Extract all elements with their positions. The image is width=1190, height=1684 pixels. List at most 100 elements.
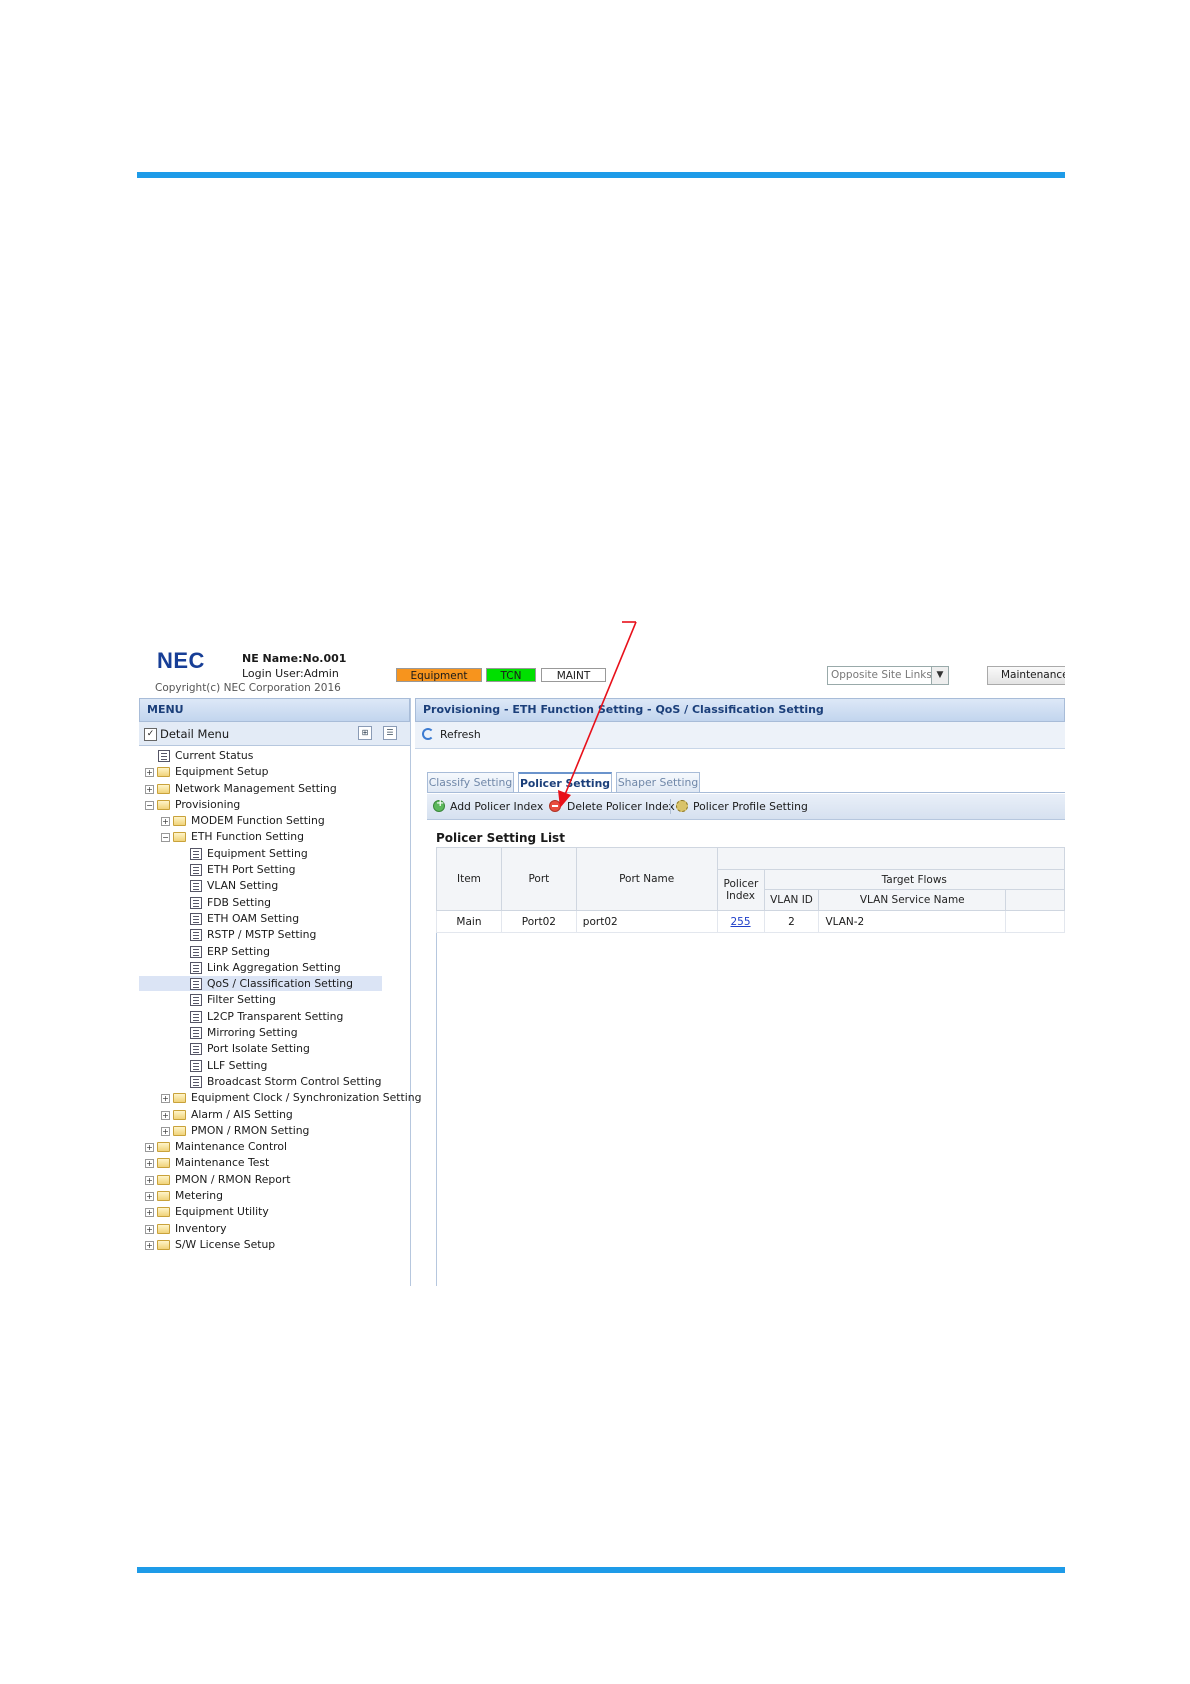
sidebar-item[interactable]: + Equipment Clock / Synchronization Setti… [139,1090,421,1106]
sidebar-item-label: PMON / RMON Report [175,1172,291,1186]
detail-menu-row: ✓ Detail Menu ⊞ ☰ [139,722,410,746]
gear-icon[interactable] [676,800,688,812]
sidebar-item[interactable]: + MODEM Function Setting [139,813,410,829]
sidebar-item[interactable]: Mirroring Setting [139,1025,410,1041]
refresh-button[interactable]: Refresh [440,728,481,741]
policer-index-link[interactable]: 255 [731,916,751,928]
add-policer-index-button[interactable]: Add Policer Index [450,800,543,813]
ui-screenshot: NEC NE Name:No.001 Login User:Admin Copy… [139,636,1065,1286]
sidebar-item[interactable]: Port Isolate Setting [139,1041,410,1057]
sidebar-item[interactable]: Equipment Setting [139,846,410,862]
sidebar-item[interactable]: Filter Setting [139,992,410,1008]
expand-icon[interactable]: + [161,1110,170,1120]
sidebar-item[interactable]: LLF Setting [139,1058,410,1074]
tab-policer-setting[interactable]: Policer Setting [518,772,612,793]
sidebar-item[interactable]: ETH OAM Setting [139,911,410,927]
document-icon [190,912,202,925]
table-row[interactable]: Main Port02 port02 255 2 VLAN-2 [436,910,1065,933]
expand-icon[interactable]: + [145,1175,154,1185]
sidebar-item-label: Inventory [175,1221,227,1235]
sidebar-item[interactable]: ERP Setting [139,944,410,960]
sidebar-item[interactable]: QoS / Classification Setting [139,976,410,992]
sidebar-item-label: FDB Setting [207,895,272,909]
expand-icon[interactable]: + [161,817,170,827]
add-icon[interactable] [433,798,445,812]
policer-index-header-label: Policer Index [723,878,759,902]
chevron-down-icon[interactable]: ▼ [931,667,948,684]
sidebar-item-label: Equipment Clock / Synchronization Settin… [191,1091,422,1105]
expand-icon[interactable]: + [161,1094,170,1104]
sidebar-item[interactable]: Broadcast Storm Control Setting [139,1074,410,1090]
sidebar-item[interactable]: L2CP Transparent Setting [139,1009,410,1025]
folder-icon [157,1239,170,1250]
sidebar-item[interactable]: Link Aggregation Setting [139,960,410,976]
policer-profile-setting-button[interactable]: Policer Profile Setting [693,800,808,813]
sidebar-item[interactable]: − Provisioning [139,797,410,813]
opposite-site-select[interactable]: Opposite Site Links ▼ [827,666,949,685]
sidebar-item-label: PMON / RMON Setting [191,1123,310,1137]
expand-icon[interactable]: + [145,1224,154,1234]
nec-logo: NEC [157,648,205,673]
sidebar-item-label: Network Management Setting [175,781,337,795]
bottom-rule [137,1567,1065,1573]
expand-icon[interactable]: + [145,1192,154,1202]
status-badge-maint[interactable]: MAINT [541,668,606,682]
collapse-icon[interactable]: − [161,833,170,843]
expand-icon[interactable]: + [161,1126,170,1136]
sidebar-item-label: Provisioning [175,797,241,811]
sidebar-item[interactable]: + Equipment Utility [139,1204,410,1220]
sidebar-item-label: Mirroring Setting [207,1026,298,1040]
sidebar-item[interactable]: ETH Port Setting [139,862,410,878]
sidebar-item[interactable]: RSTP / MSTP Setting [139,927,410,943]
sidebar-item[interactable]: + Inventory [139,1221,410,1237]
document-icon [190,978,202,991]
document-icon [190,945,202,958]
sidebar-item[interactable]: + PMON / RMON Setting [139,1123,410,1139]
sidebar-item[interactable]: + Equipment Setup [139,764,410,780]
list-view-icon[interactable]: ☰ [383,726,397,740]
sidebar-item-label: Maintenance Control [175,1140,287,1154]
collapse-icon[interactable]: − [145,800,154,810]
sidebar-item-label: ETH Port Setting [207,863,296,877]
sidebar-item-label: Equipment Utility [175,1205,269,1219]
expand-all-icon[interactable]: ⊞ [358,726,372,740]
folder-icon [173,832,186,843]
sidebar-item[interactable]: − ETH Function Setting [139,829,410,845]
sidebar-item-label: Filter Setting [207,993,276,1007]
expand-icon[interactable]: + [145,1143,154,1153]
sidebar-item[interactable]: + Maintenance Control [139,1139,410,1155]
sidebar-item[interactable]: + Metering [139,1188,410,1204]
detail-menu-checkbox[interactable]: ✓ [144,728,157,741]
expand-icon[interactable]: + [145,1159,154,1169]
col-header-vlan-service-name: VLAN Service Name [818,889,1007,911]
expand-icon[interactable]: + [145,768,154,778]
sidebar-item[interactable]: VLAN Setting [139,878,410,894]
detail-menu-label: Detail Menu [160,727,230,741]
expand-icon[interactable]: + [145,784,154,794]
expand-icon[interactable]: + [145,1208,154,1218]
menu-title: MENU [139,698,410,722]
sidebar-item-label: Metering [175,1189,223,1203]
sidebar-item-label: RSTP / MSTP Setting [207,928,317,942]
sidebar-item[interactable]: + S/W License Setup [139,1237,410,1253]
cell-item: Main [436,910,502,933]
expand-icon[interactable]: + [145,1240,154,1250]
status-badge-tcn[interactable]: TCN [486,668,536,682]
app-header: NEC NE Name:No.001 Login User:Admin Copy… [139,636,1065,696]
refresh-icon[interactable] [422,728,434,740]
delete-policer-index-button[interactable]: Delete Policer Index [567,800,675,813]
sidebar-item[interactable]: + Maintenance Test [139,1155,410,1171]
tab-classify-setting[interactable]: Classify Setting [427,772,514,792]
sidebar-item[interactable]: + Alarm / AIS Setting [139,1107,410,1123]
sidebar-item-label: Link Aggregation Setting [207,960,341,974]
delete-icon[interactable] [549,800,561,812]
status-badge-equipment[interactable]: Equipment [396,668,482,682]
maintenance-button[interactable]: Maintenance [987,666,1065,685]
sidebar-item[interactable]: + Network Management Setting [139,781,410,797]
document-icon [190,1043,202,1056]
sidebar-item[interactable]: + PMON / RMON Report [139,1172,410,1188]
sidebar-item[interactable]: FDB Setting [139,895,410,911]
sidebar-item[interactable]: Current Status [139,748,410,764]
menu-tree: Current Status + Equipment Setup + Network M… [139,748,421,1253]
tab-shaper-setting[interactable]: Shaper Setting [616,772,700,792]
